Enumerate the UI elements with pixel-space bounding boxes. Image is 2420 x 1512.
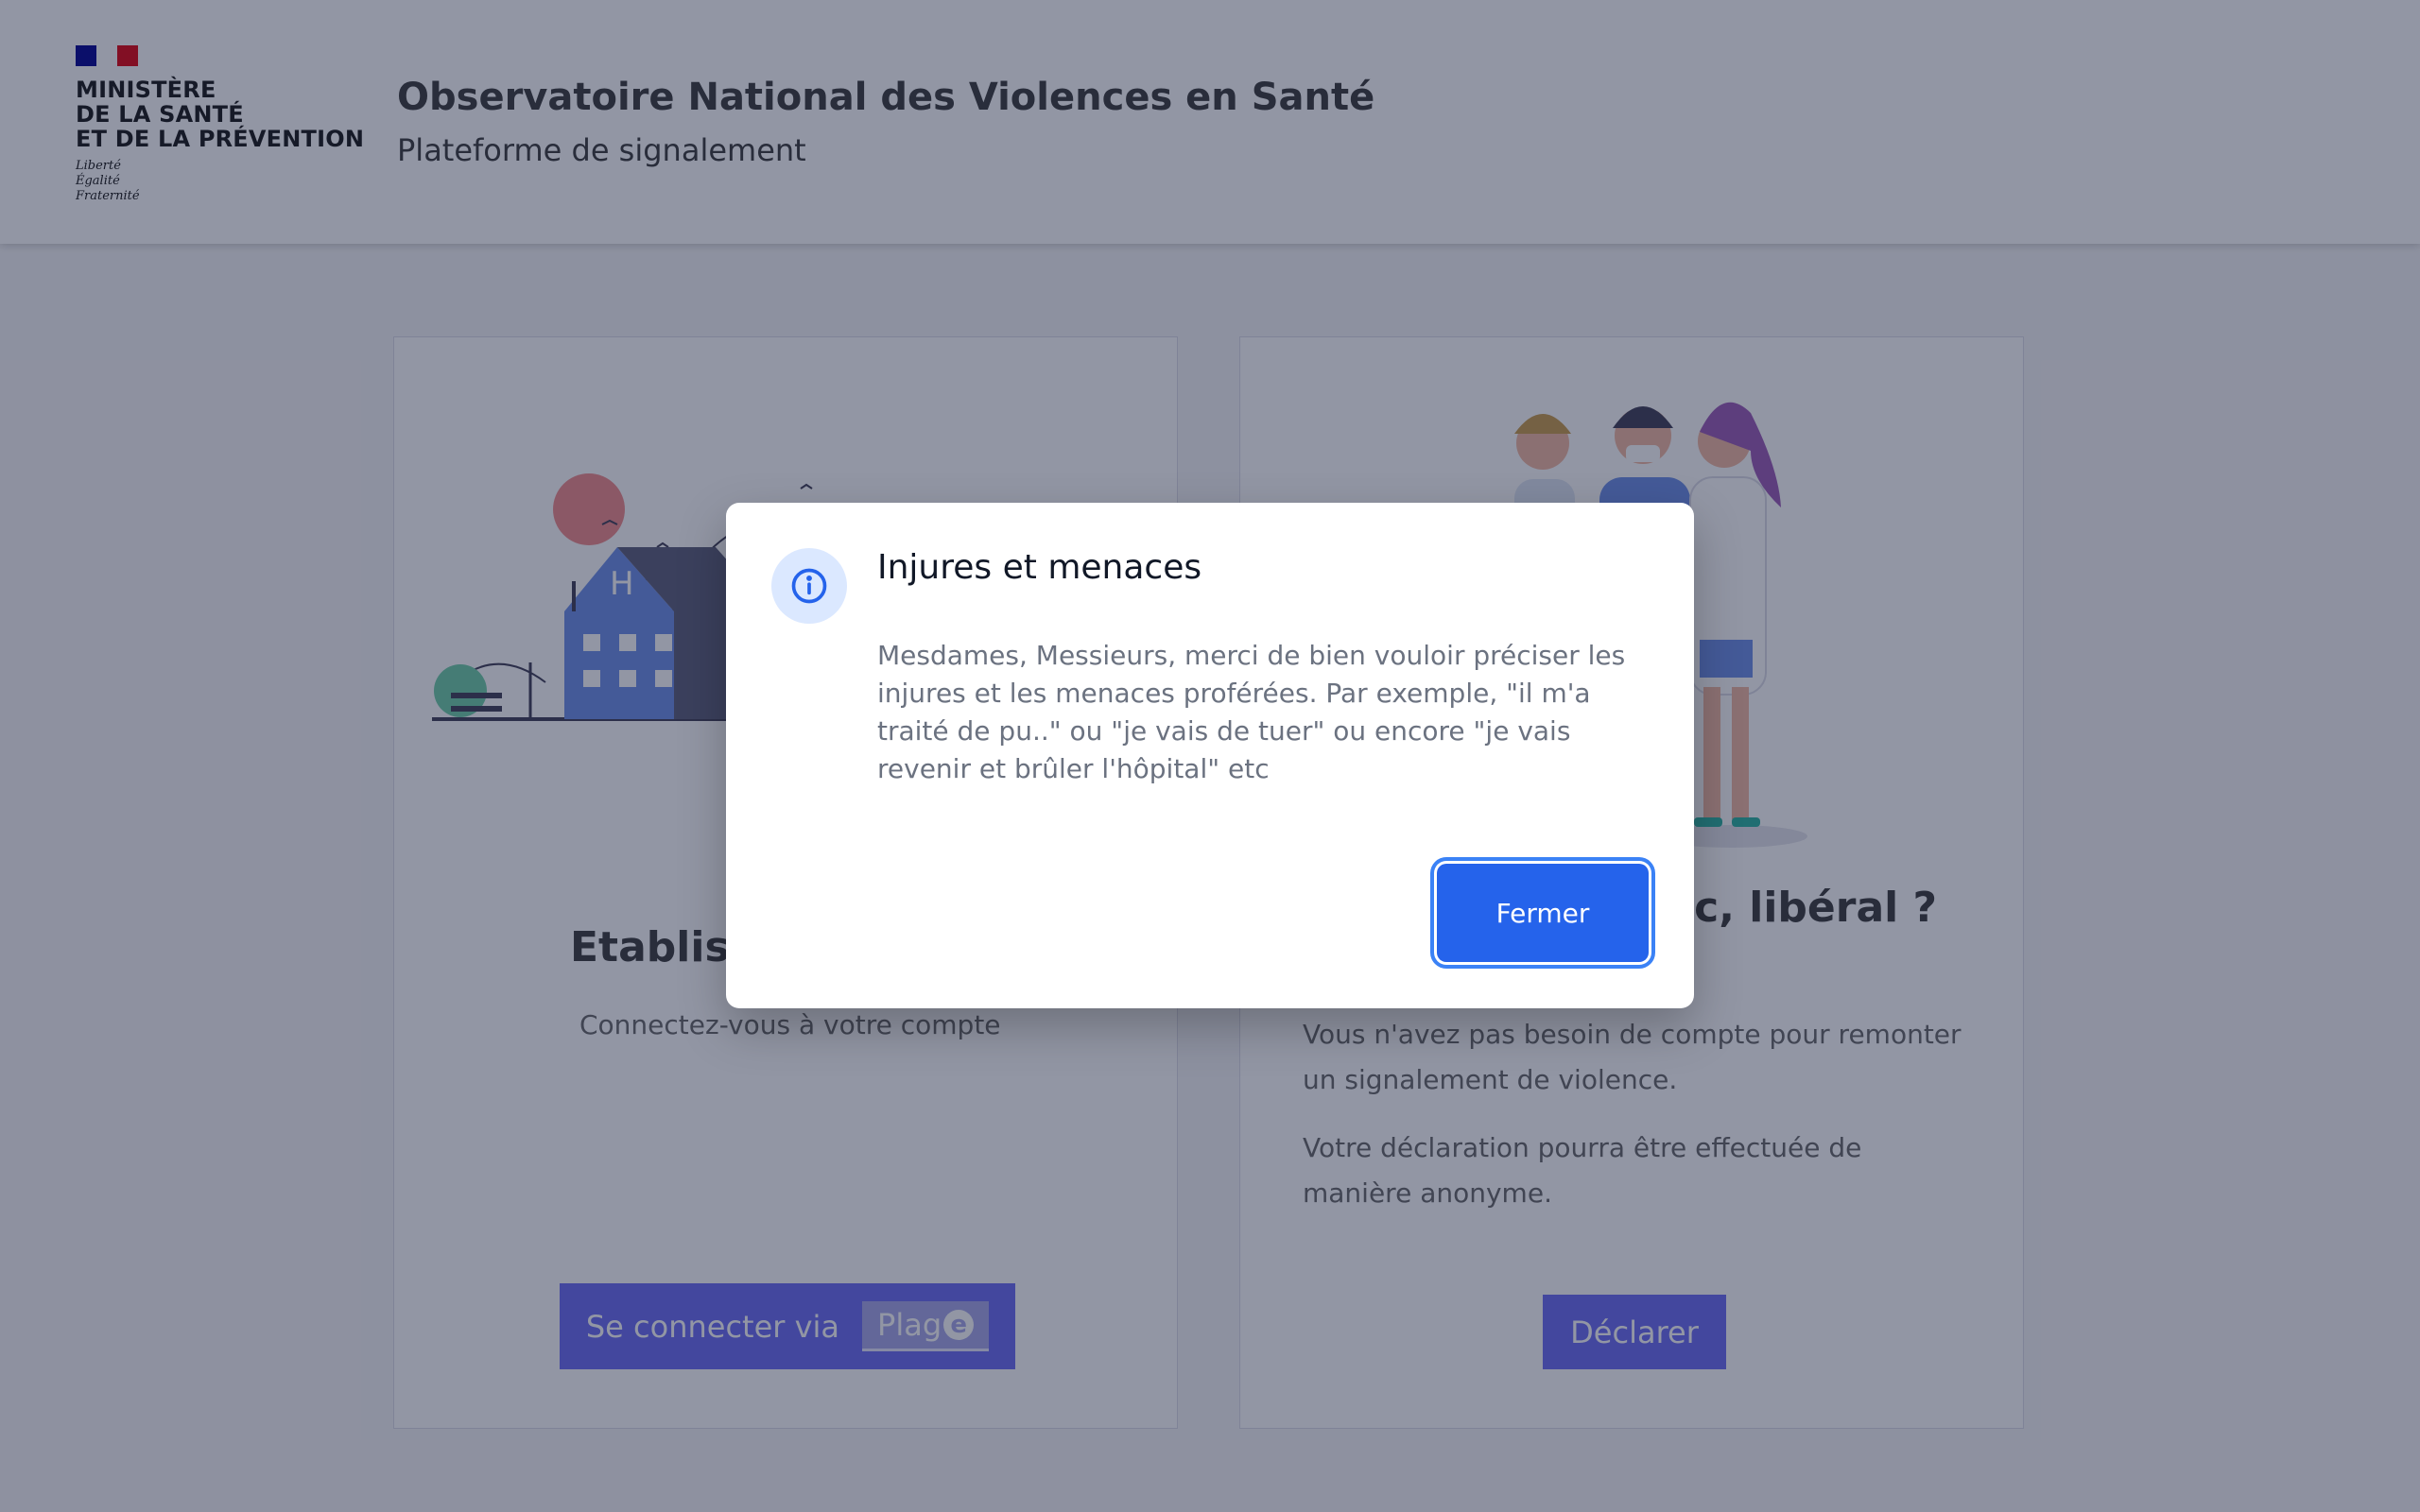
info-dialog: Injures et menaces Mesdames, Messieurs, … <box>726 503 1694 1008</box>
info-icon <box>771 548 847 624</box>
dialog-title: Injures et menaces <box>877 548 1202 587</box>
close-button[interactable]: Fermer <box>1437 864 1649 962</box>
dialog-message: Mesdames, Messieurs, merci de bien voulo… <box>877 640 1626 784</box>
